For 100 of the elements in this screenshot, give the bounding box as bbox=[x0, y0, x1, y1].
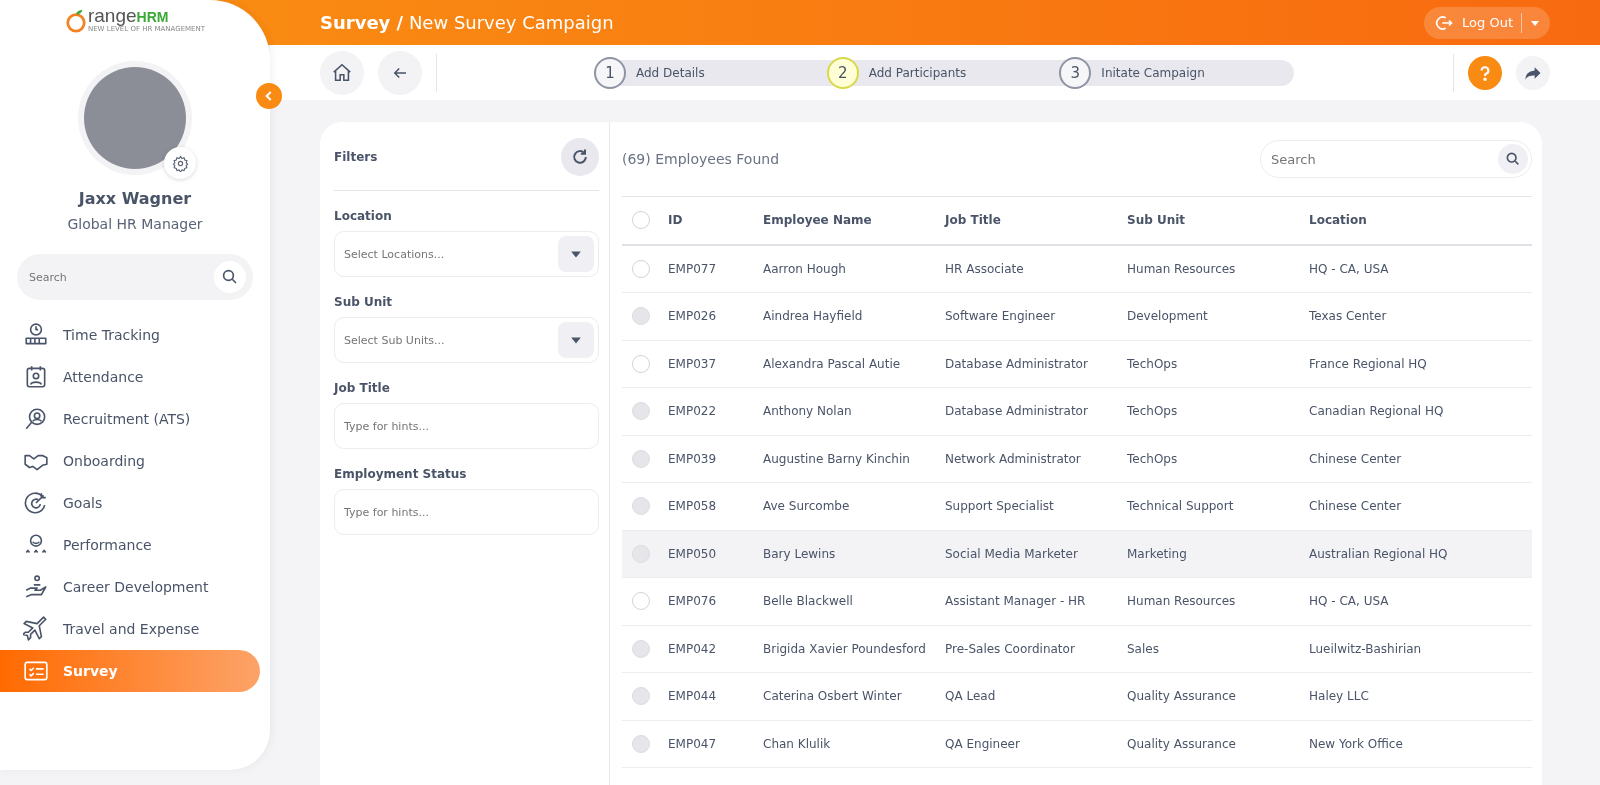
table-cell-text: EMP026 bbox=[668, 309, 718, 324]
target-icon bbox=[23, 490, 49, 516]
table-cell-text: Quality Assurance bbox=[1127, 736, 1237, 751]
refresh-button[interactable] bbox=[561, 138, 599, 176]
select-field[interactable]: Select Locations... bbox=[334, 231, 599, 277]
table-cell-text: Anthony Nolan bbox=[763, 404, 853, 419]
column-header[interactable]: Job Title bbox=[945, 213, 1127, 228]
home-button[interactable] bbox=[320, 50, 364, 95]
column-header[interactable]: ID bbox=[668, 213, 763, 228]
step-tab[interactable]: 3 Initate Campaign bbox=[1061, 56, 1294, 89]
table-cell-text: Database Administrator bbox=[945, 404, 1089, 419]
table-cell-text: Lueilwitz-Bashirian bbox=[1309, 641, 1423, 656]
filter-label: Employment Status bbox=[334, 467, 468, 481]
table-cell-text: EMP039 bbox=[668, 451, 718, 466]
column-header[interactable]: Sub Unit bbox=[1127, 213, 1309, 228]
select-all-checkbox[interactable] bbox=[632, 211, 650, 230]
row-checkbox[interactable] bbox=[632, 259, 650, 278]
table-cell-text: Pre-Sales Coordinator bbox=[945, 641, 1076, 656]
dropdown-button[interactable] bbox=[558, 236, 594, 272]
sidebar-item[interactable]: Attendance bbox=[0, 356, 270, 398]
home-icon bbox=[331, 61, 353, 84]
table-cell-text: Chan Klulik bbox=[763, 736, 832, 751]
help-button[interactable] bbox=[1468, 55, 1502, 90]
sidebar-item[interactable]: Onboarding bbox=[0, 440, 270, 482]
table-cell-text: Aarron Hough bbox=[763, 261, 847, 276]
refresh-icon bbox=[570, 147, 590, 167]
table-cell-text: Chinese Center bbox=[1309, 451, 1403, 466]
column-header[interactable]: Location bbox=[1309, 213, 1489, 228]
sidebar-item[interactable]: Travel and Expense bbox=[0, 608, 270, 650]
table-cell-text: EMP047 bbox=[668, 736, 718, 751]
user-name: Jaxx Wagner bbox=[78, 189, 192, 208]
table-cell-text: Augustine Barny Kinchin bbox=[763, 451, 911, 466]
back-button[interactable] bbox=[378, 50, 422, 95]
sidebar-search-field[interactable]: Search bbox=[17, 254, 253, 300]
step-tab[interactable]: 1 Add Details bbox=[596, 56, 829, 89]
table-cell-text: Human Resources bbox=[1127, 594, 1237, 609]
table-cell-text: France Regional HQ bbox=[1309, 356, 1428, 371]
user-role: Global HR Manager bbox=[67, 216, 203, 232]
table-cell-text: Bary Lewins bbox=[763, 546, 837, 561]
settings-button[interactable] bbox=[164, 147, 196, 179]
table-cell-text: TechOps bbox=[1127, 404, 1179, 419]
sidebar-item[interactable]: Goals bbox=[0, 482, 270, 524]
table-cell-text: Development bbox=[1127, 309, 1209, 324]
sidebar-item[interactable]: Time Tracking bbox=[0, 314, 270, 356]
table-cell-text: Canadian Regional HQ bbox=[1309, 404, 1445, 419]
table-cell-text: Aindrea Hayfield bbox=[763, 309, 864, 324]
settings-icon bbox=[171, 154, 189, 172]
fruit-logo-icon bbox=[64, 9, 87, 33]
dropdown-button[interactable] bbox=[558, 322, 594, 358]
table-cell-text: QA Engineer bbox=[945, 736, 1021, 751]
table-cell-text: EMP042 bbox=[668, 641, 718, 656]
logo-wordmark: rangeHRM bbox=[87, 6, 169, 25]
table-cell-text: Social Media Marketer bbox=[945, 546, 1079, 561]
table-cell-text: New York Office bbox=[1309, 736, 1404, 751]
share-button[interactable] bbox=[1516, 55, 1550, 90]
table-cell-text: EMP077 bbox=[668, 261, 718, 276]
page-title: Survey / New Survey Campaign bbox=[320, 12, 614, 33]
search-icon bbox=[221, 268, 239, 286]
table-cell-text: Assistant Manager - HR bbox=[945, 594, 1087, 609]
table-cell-text: Sales bbox=[1127, 641, 1160, 656]
table-cell-text: Australian Regional HQ bbox=[1309, 546, 1449, 561]
collapse-button[interactable] bbox=[256, 83, 282, 109]
filter-label: Location bbox=[334, 209, 393, 223]
text-field[interactable]: Type for hints... bbox=[334, 403, 599, 449]
sidebar-item[interactable]: Performance bbox=[0, 524, 270, 566]
table-cell-text: Support Specialist bbox=[945, 499, 1055, 514]
select-field[interactable]: Select Sub Units... bbox=[334, 317, 599, 363]
table-cell-text: EMP044 bbox=[668, 689, 718, 704]
results-count: (69) Employees Found bbox=[622, 151, 780, 167]
table-cell-text: Database Administrator bbox=[945, 356, 1089, 371]
table-cell-text: QA Lead bbox=[945, 689, 997, 704]
table-cell-text: EMP022 bbox=[668, 404, 718, 419]
hand-person-icon bbox=[23, 574, 49, 600]
search-icon bbox=[1505, 151, 1521, 167]
table-cell-text: HR Associate bbox=[945, 261, 1025, 276]
row-checkbox[interactable] bbox=[632, 592, 650, 611]
table-cell-text: Chinese Center bbox=[1309, 499, 1403, 514]
text-field[interactable]: Type for hints... bbox=[334, 489, 599, 535]
airplane-icon bbox=[23, 616, 49, 642]
table-cell-text: TechOps bbox=[1127, 356, 1179, 371]
table-cell-text: HQ - CA, USA bbox=[1309, 594, 1390, 609]
column-header[interactable]: Employee Name bbox=[763, 213, 945, 228]
table-cell-text: Texas Center bbox=[1309, 309, 1388, 324]
table-cell-text: Software Engineer bbox=[945, 309, 1057, 324]
table-cell-text: Ave Surcombe bbox=[763, 499, 851, 514]
table-cell-text: HQ - CA, USA bbox=[1309, 261, 1390, 276]
sidebar-item[interactable]: Career Development bbox=[0, 566, 270, 608]
table-cell-text: Technical Support bbox=[1127, 499, 1235, 514]
table-cell-text: Caterina Osbert Winter bbox=[763, 689, 903, 704]
search-field[interactable]: Search bbox=[1260, 140, 1532, 178]
table-cell-text: Human Resources bbox=[1127, 261, 1237, 276]
filter-label: Job Title bbox=[334, 381, 391, 395]
sidebar-item[interactable]: Recruitment (ATS) bbox=[0, 398, 270, 440]
table-cell-text: Brigida Xavier Poundesford bbox=[763, 641, 927, 656]
row-checkbox[interactable] bbox=[632, 354, 650, 373]
table-cell-text: EMP058 bbox=[668, 499, 718, 514]
table-cell-text: EMP050 bbox=[668, 546, 718, 561]
step-tab[interactable]: 2 Add Participants bbox=[828, 56, 1062, 89]
table-cell-text: EMP037 bbox=[668, 356, 718, 371]
table-cell-text: Marketing bbox=[1127, 546, 1188, 561]
